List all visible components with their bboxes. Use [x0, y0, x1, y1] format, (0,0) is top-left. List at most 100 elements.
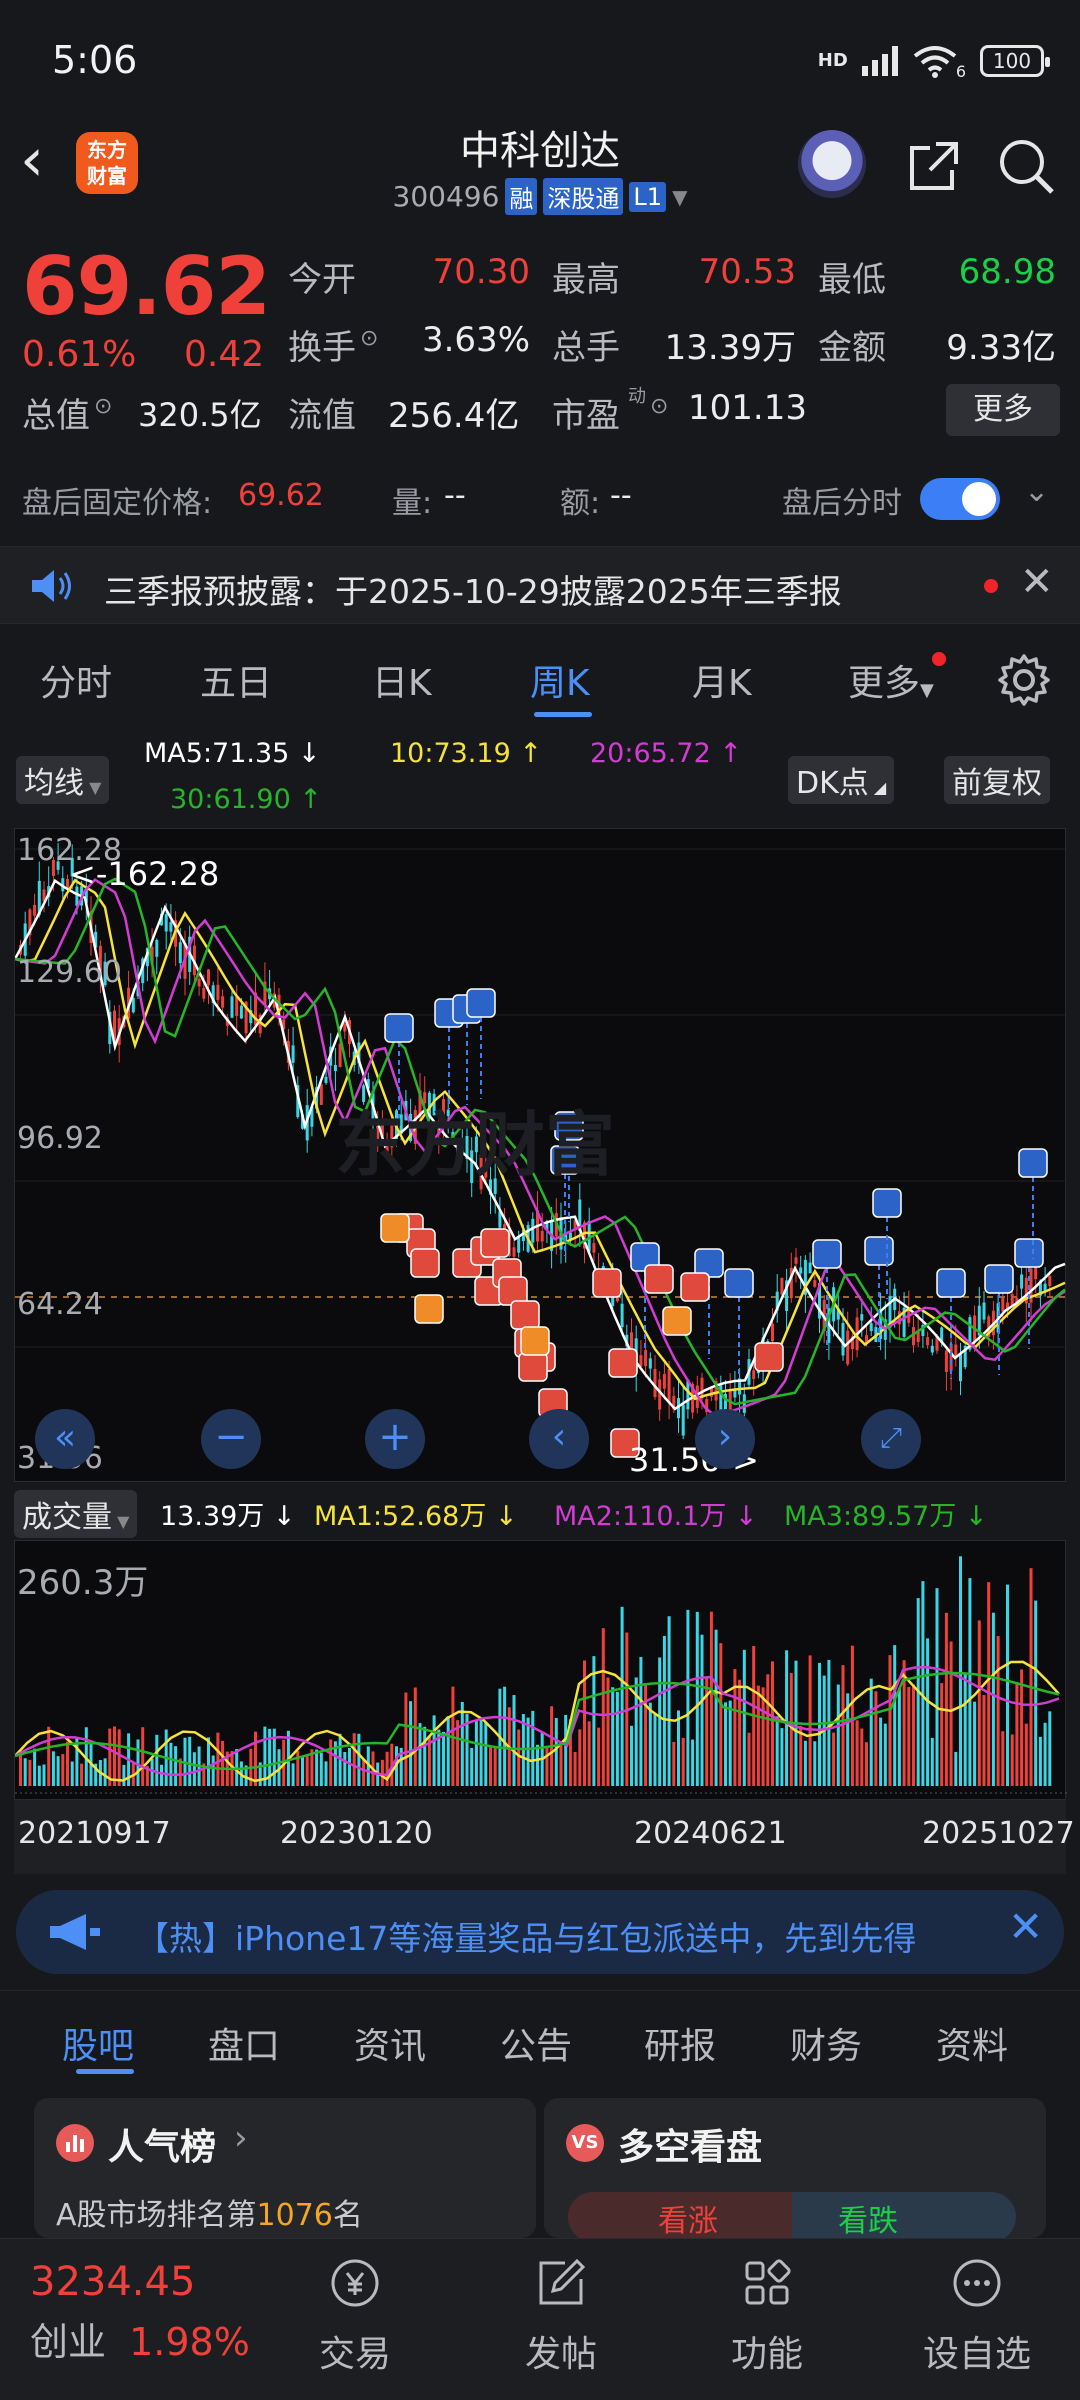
volume-bar	[122, 1764, 126, 1786]
tab-news[interactable]: 资讯	[354, 2017, 426, 2069]
assistant-robot-icon[interactable]	[798, 130, 866, 198]
ma10-legend: 10:73.19 ↑	[390, 738, 542, 769]
amount-label: 金额	[818, 328, 886, 368]
adjust-mode-button[interactable]: 前复权	[944, 756, 1050, 804]
caret-down-icon: ▼	[920, 680, 934, 701]
tab-more[interactable]: 更多	[848, 654, 920, 706]
gear-icon[interactable]	[994, 650, 1054, 710]
tab-forum[interactable]: 股吧	[62, 2017, 134, 2069]
rank-prefix: A股市场排名第	[56, 2198, 257, 2233]
float-cap-value: 256.4亿	[388, 396, 520, 436]
dk-point-button[interactable]: DK点 ◢	[788, 756, 895, 804]
sell-marker	[1014, 1238, 1044, 1268]
scroll-left-fast-button[interactable]: «	[35, 1409, 95, 1469]
candle-body	[131, 997, 135, 1013]
volume-bar	[808, 1655, 812, 1786]
nav-watchlist[interactable]: 设自选	[902, 2253, 1052, 2377]
indicator-selector[interactable]: 均线 ▼	[16, 756, 110, 804]
fullscreen-icon[interactable]: ⤢	[861, 1409, 921, 1469]
tab-intraday[interactable]: 分时	[40, 654, 112, 706]
wifi-icon	[913, 45, 957, 78]
bull-button[interactable]: 看涨	[658, 2196, 718, 2238]
volume-bar	[855, 1720, 859, 1786]
volume-svg	[14, 1556, 1067, 1794]
candle-body	[926, 1337, 930, 1346]
zoom-out-button[interactable]: −	[201, 1409, 261, 1469]
volume-bar	[667, 1616, 671, 1786]
volume-indicator-selector[interactable]: 成交量 ▼	[14, 1490, 138, 1538]
volume-bar	[51, 1751, 55, 1786]
close-icon[interactable]: ✕	[1020, 559, 1054, 605]
volume-bar	[66, 1741, 69, 1786]
tab-order-book[interactable]: 盘口	[208, 2017, 280, 2069]
scroll-left-button[interactable]: ‹	[529, 1409, 589, 1469]
candle-body	[338, 1043, 342, 1068]
tab-monthly-k[interactable]: 月K	[692, 654, 752, 706]
candle-body	[512, 1247, 516, 1257]
search-icon[interactable]	[996, 136, 1056, 196]
volume-bar	[615, 1691, 619, 1786]
volume-bar	[188, 1736, 192, 1786]
wifi-count: 6	[955, 62, 966, 81]
after-hours-toggle[interactable]	[920, 478, 1000, 520]
volume-bar	[714, 1629, 718, 1786]
sell-marker	[384, 1013, 414, 1043]
info-icon[interactable]: ⊙	[650, 394, 668, 419]
percent-change: 0.61%	[22, 334, 137, 375]
network-label: HD	[817, 50, 848, 71]
volume-bar	[977, 1620, 981, 1786]
tab-more-dot	[932, 652, 946, 666]
volume-bar	[940, 1683, 944, 1786]
stock-code: 300496	[392, 180, 500, 213]
back-button[interactable]: ‹	[20, 130, 80, 200]
index-ticker[interactable]: 3234.45 创业 1.98%	[30, 2259, 250, 2366]
y-label: 129.60	[17, 955, 122, 990]
volume-bar	[662, 1635, 666, 1786]
volume-bar	[1048, 1711, 1052, 1786]
notice-bar[interactable]: 三季报预披露：于2025-10-29披露2025年三季报 ✕	[0, 546, 1080, 624]
volume-bar	[150, 1758, 154, 1786]
share-icon[interactable]	[906, 138, 962, 194]
nav-trade[interactable]: 交易	[280, 2253, 430, 2377]
tab-announcements[interactable]: 公告	[500, 2017, 572, 2069]
volume-bar	[446, 1716, 450, 1786]
tab-profile[interactable]: 资料	[936, 2017, 1008, 2069]
sell-marker	[1018, 1148, 1048, 1178]
stock-code-row[interactable]: 300496 融 深股通 L1 ▼	[340, 178, 740, 215]
volume-bar	[695, 1611, 699, 1786]
candle-body	[197, 978, 201, 987]
more-button[interactable]: 更多	[946, 384, 1060, 436]
tab-financials[interactable]: 财务	[790, 2017, 862, 2069]
volume-bar	[343, 1751, 347, 1786]
volume-bar	[460, 1701, 464, 1786]
info-icon[interactable]: ⊙	[360, 326, 378, 351]
tab-research[interactable]: 研报	[644, 2017, 716, 2069]
volume-bar	[644, 1683, 648, 1786]
chevron-down-icon[interactable]: ⌄	[1024, 474, 1049, 509]
tab-weekly-k[interactable]: 周K	[530, 654, 590, 706]
bottom-nav: 3234.45 创业 1.98% 交易 发帖 功能 设自选	[0, 2238, 1080, 2400]
popularity-card[interactable]: 人气榜 › A股市场排名第1076名	[34, 2098, 536, 2238]
promo-banner[interactable]: 【热】iPhone17等海量奖品与红包派送中，先到先得 ✕	[16, 1890, 1064, 1974]
buy-marker	[644, 1264, 674, 1294]
caret-down-icon[interactable]: ▼	[672, 185, 687, 209]
bear-button[interactable]: 看跌	[838, 2196, 898, 2238]
close-icon[interactable]: ✕	[1008, 1902, 1043, 1951]
volume-bar	[832, 1732, 836, 1786]
x-label: 20240621	[634, 1816, 787, 1851]
bull-bear-card[interactable]: VS 多空看盘 看涨 看跌	[544, 2098, 1046, 2238]
nav-features[interactable]: 功能	[692, 2253, 842, 2377]
info-icon[interactable]: ⊙	[94, 394, 112, 419]
kline-chart[interactable]: 东方财富 162.28 129.60 96.92 64.24 31.56 <-1…	[13, 828, 1067, 1482]
candle-body	[216, 984, 220, 1000]
buy-marker	[518, 1352, 548, 1382]
app-logo: 东方 财富	[76, 132, 138, 194]
volume-chart[interactable]: 260.3万	[14, 1540, 1067, 1800]
tab-five-day[interactable]: 五日	[200, 654, 272, 706]
scroll-right-button[interactable]: ›	[695, 1409, 755, 1469]
tab-daily-k[interactable]: 日K	[372, 654, 432, 706]
nav-post[interactable]: 发帖	[486, 2253, 636, 2377]
volume-indicator-label: 成交量	[22, 1500, 112, 1535]
zoom-in-button[interactable]: +	[365, 1409, 425, 1469]
candle-body	[620, 1303, 624, 1328]
